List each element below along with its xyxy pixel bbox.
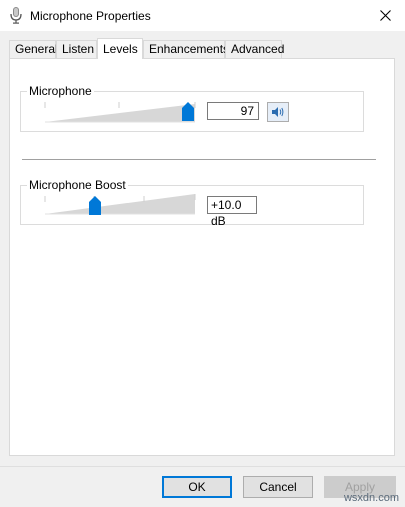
- close-icon: [379, 10, 391, 21]
- microphone-level-field[interactable]: 97: [207, 102, 259, 120]
- footer-divider: [0, 466, 405, 467]
- boost-level-field[interactable]: +10.0 dB: [207, 196, 257, 228]
- boost-slider-thumb[interactable]: [89, 196, 101, 215]
- boost-slider[interactable]: [43, 192, 203, 216]
- levels-panel: Microphone 97 Microphone Boost +10.0 dB: [9, 58, 395, 456]
- microphone-boost-group: Microphone Boost +10.0 dB: [20, 178, 364, 228]
- divider: [22, 159, 376, 160]
- tab-levels[interactable]: Levels: [97, 38, 143, 59]
- microphone-label: Microphone: [27, 84, 94, 98]
- mute-button[interactable]: [267, 102, 289, 122]
- window-title: Microphone Properties: [30, 9, 151, 23]
- tab-enhancements[interactable]: Enhancements: [143, 40, 229, 58]
- microphone-boost-label: Microphone Boost: [27, 178, 128, 192]
- ok-button[interactable]: OK: [162, 476, 232, 498]
- speaker-icon: [272, 107, 284, 117]
- microphone-icon: [10, 7, 22, 24]
- tab-advanced[interactable]: Advanced: [225, 40, 284, 58]
- cancel-button[interactable]: Cancel: [243, 476, 313, 498]
- microphone-slider-thumb[interactable]: [182, 102, 194, 121]
- microphone-group: Microphone 97: [20, 84, 364, 132]
- title-bar: Microphone Properties: [0, 0, 405, 31]
- tab-listen[interactable]: Listen: [56, 40, 97, 58]
- microphone-slider[interactable]: [43, 100, 203, 124]
- close-button[interactable]: [365, 0, 405, 31]
- watermark: wsxdn.com: [343, 492, 399, 504]
- tab-general[interactable]: General: [9, 40, 58, 58]
